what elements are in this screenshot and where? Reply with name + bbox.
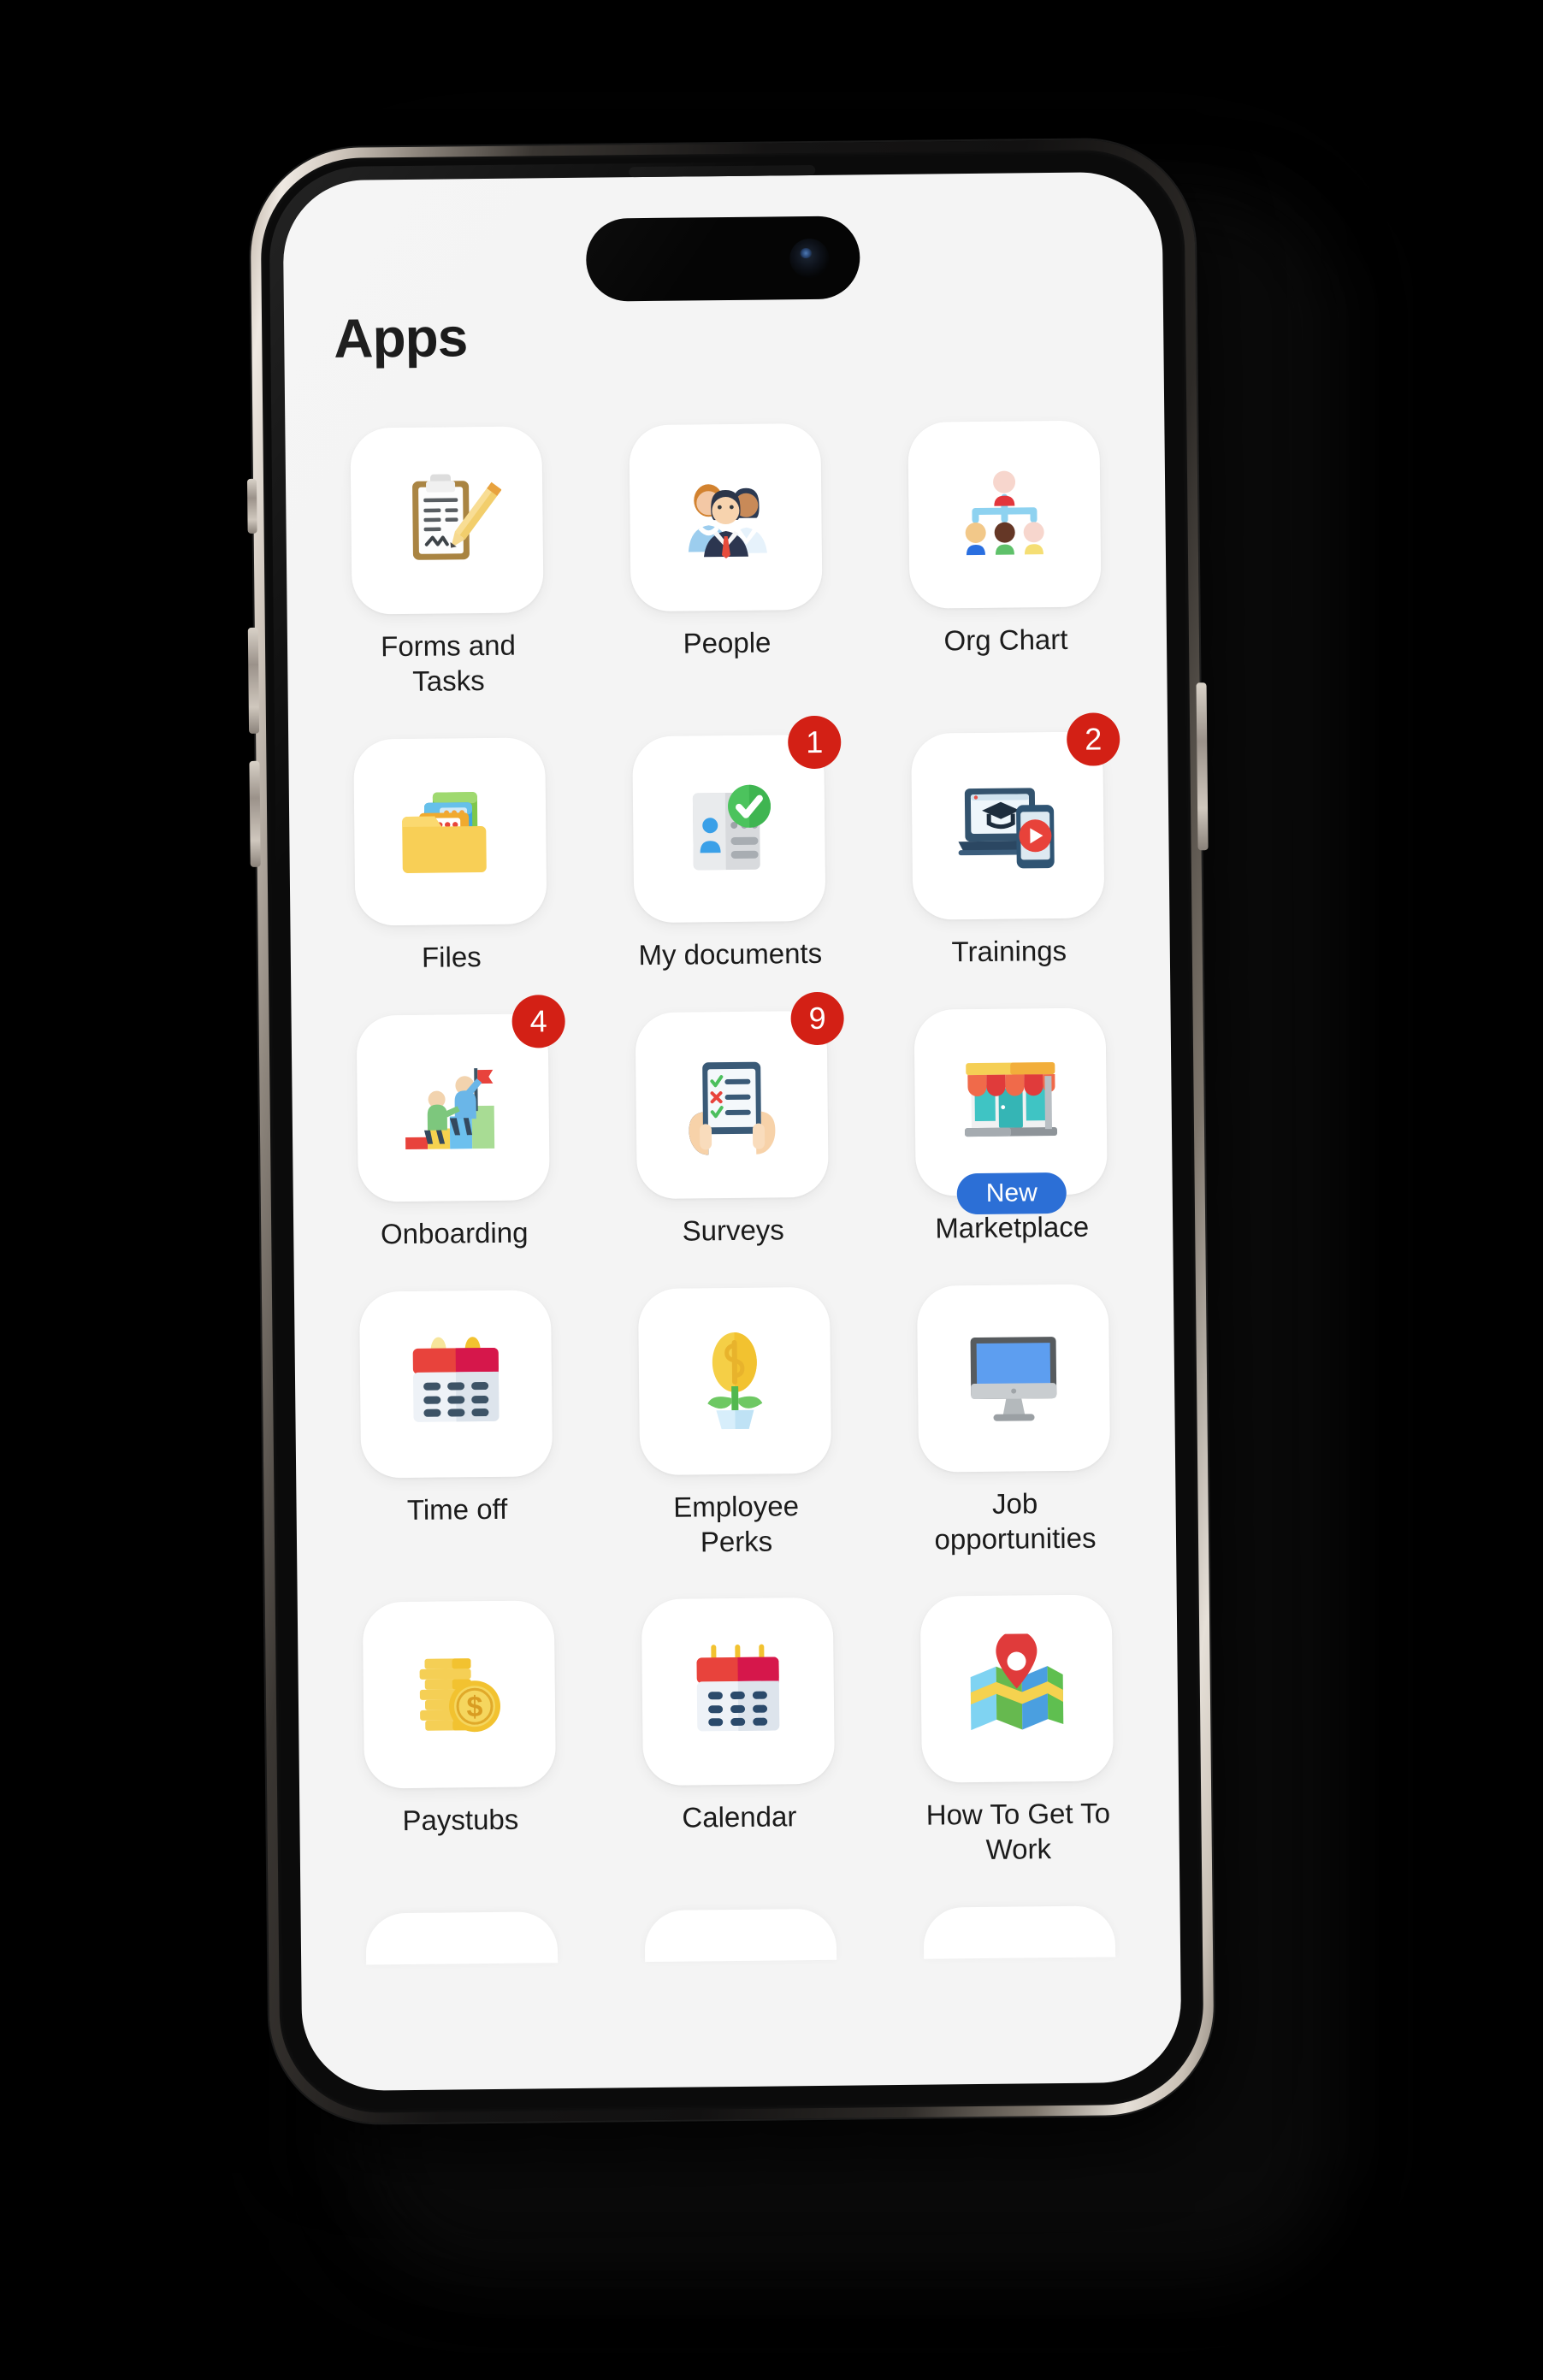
app-item-employee-perks[interactable]: Employee Perks	[604, 1286, 866, 1561]
dynamic-island	[585, 216, 860, 302]
app-label: People	[683, 626, 772, 659]
app-tile[interactable]	[907, 420, 1102, 609]
smartphone-device: Apps Forms and Tasks People Org Chart Fi…	[246, 139, 1215, 2124]
app-label: Job opportunities	[934, 1486, 1097, 1556]
app-item-my-documents[interactable]: 1 My documents	[598, 715, 860, 973]
calendar-pins-icon	[400, 1328, 511, 1438]
app-tile[interactable]: $	[362, 1600, 557, 1789]
earpiece-speaker	[629, 164, 816, 178]
app-tile[interactable]	[641, 1597, 835, 1786]
id-card-check-icon	[674, 773, 784, 883]
app-item-onboarding[interactable]: 4 Onboarding	[322, 994, 585, 1253]
folder-stack-icon	[395, 777, 505, 887]
app-tile[interactable]	[358, 1289, 553, 1479]
notification-badge: 1	[787, 715, 842, 770]
notification-badge: 4	[511, 994, 565, 1048]
app-item-people[interactable]: People	[594, 422, 857, 697]
calendar-icon	[683, 1637, 793, 1747]
app-item-how-to-get-to-work[interactable]: How To Get To Work	[886, 1594, 1149, 1869]
storefront-icon	[955, 1047, 1066, 1157]
app-tile[interactable]	[629, 422, 823, 612]
app-tile-partial[interactable]	[923, 1905, 1116, 1959]
app-label: Onboarding	[380, 1216, 529, 1250]
app-label: Org Chart	[943, 623, 1068, 657]
app-tile[interactable]	[350, 426, 544, 615]
app-tile-partial[interactable]	[644, 1909, 837, 1963]
app-label: Forms and Tasks	[380, 629, 517, 697]
notification-badge: 2	[1066, 712, 1120, 766]
page-title: Apps	[333, 306, 468, 369]
map-pin-icon	[961, 1633, 1072, 1744]
screenshot-stage: Apps Forms and Tasks People Org Chart Fi…	[0, 0, 1543, 2380]
app-item-time-off[interactable]: Time off	[325, 1289, 588, 1563]
group-of-people-icon	[671, 462, 781, 572]
app-label: Paystubs	[402, 1804, 519, 1837]
app-item-org-chart[interactable]: Org Chart	[873, 420, 1136, 694]
app-tile[interactable]	[919, 1594, 1114, 1784]
apps-page: Apps Forms and Tasks People Org Chart Fi…	[282, 172, 1181, 2092]
svg-text:$: $	[466, 1692, 482, 1724]
front-camera-icon	[789, 238, 830, 278]
cash-coin-icon: $	[404, 1639, 514, 1750]
app-item-surveys[interactable]: 9 Surveys	[601, 991, 864, 1249]
app-label: Time off	[406, 1492, 508, 1526]
app-label: How To Get To Work	[925, 1797, 1111, 1866]
org-chart-icon	[949, 459, 1060, 570]
app-label: Surveys	[682, 1214, 785, 1247]
desktop-monitor-icon	[958, 1323, 1068, 1433]
app-grid-next-row-peek	[332, 1905, 1150, 1965]
app-tile[interactable]: 4	[356, 994, 565, 1202]
app-tile-partial[interactable]	[365, 1911, 559, 1965]
app-item-job-opportunities[interactable]: Job opportunities	[883, 1284, 1145, 1558]
climbing-stairs-flag-icon	[398, 1052, 508, 1162]
app-tile[interactable]	[353, 737, 547, 926]
app-tile[interactable]	[916, 1284, 1111, 1473]
app-label: Trainings	[951, 934, 1067, 968]
app-item-trainings[interactable]: 2 Trainings	[877, 712, 1139, 971]
app-tile[interactable]: 2	[911, 712, 1120, 920]
laptop-phone-graduation-icon	[953, 771, 1063, 881]
app-label: Files	[421, 940, 482, 973]
notification-badge: 9	[790, 991, 844, 1045]
app-item-forms-and-tasks[interactable]: Forms and Tasks	[316, 426, 578, 700]
clipboard-pencil-icon	[392, 465, 502, 576]
volume-down-button[interactable]	[249, 760, 261, 867]
app-label: Marketplace	[935, 1210, 1090, 1244]
app-item-paystubs[interactable]: $ Paystubs	[328, 1600, 591, 1875]
new-badge-pill: New	[956, 1172, 1067, 1214]
volume-up-button[interactable]	[247, 627, 260, 734]
mute-switch[interactable]	[246, 478, 257, 534]
power-button[interactable]	[1196, 682, 1209, 851]
hands-tablet-checklist-icon	[677, 1049, 787, 1160]
app-label: My documents	[638, 936, 823, 971]
app-item-calendar[interactable]: Calendar	[607, 1597, 870, 1872]
app-label: Employee Perks	[673, 1489, 800, 1557]
phone-screen: Apps Forms and Tasks People Org Chart Fi…	[282, 171, 1182, 2092]
app-tile[interactable]	[637, 1286, 832, 1475]
app-item-files[interactable]: Files	[319, 737, 582, 977]
app-tile[interactable]: New	[913, 1007, 1108, 1214]
app-item-marketplace[interactable]: New Marketplace	[880, 1007, 1143, 1247]
money-plant-icon	[679, 1326, 789, 1436]
app-label: Calendar	[682, 1800, 797, 1834]
app-tile[interactable]: 9	[635, 991, 844, 1199]
app-grid: Forms and Tasks People Org Chart Files 1…	[316, 420, 1149, 1875]
app-tile[interactable]: 1	[632, 715, 842, 923]
